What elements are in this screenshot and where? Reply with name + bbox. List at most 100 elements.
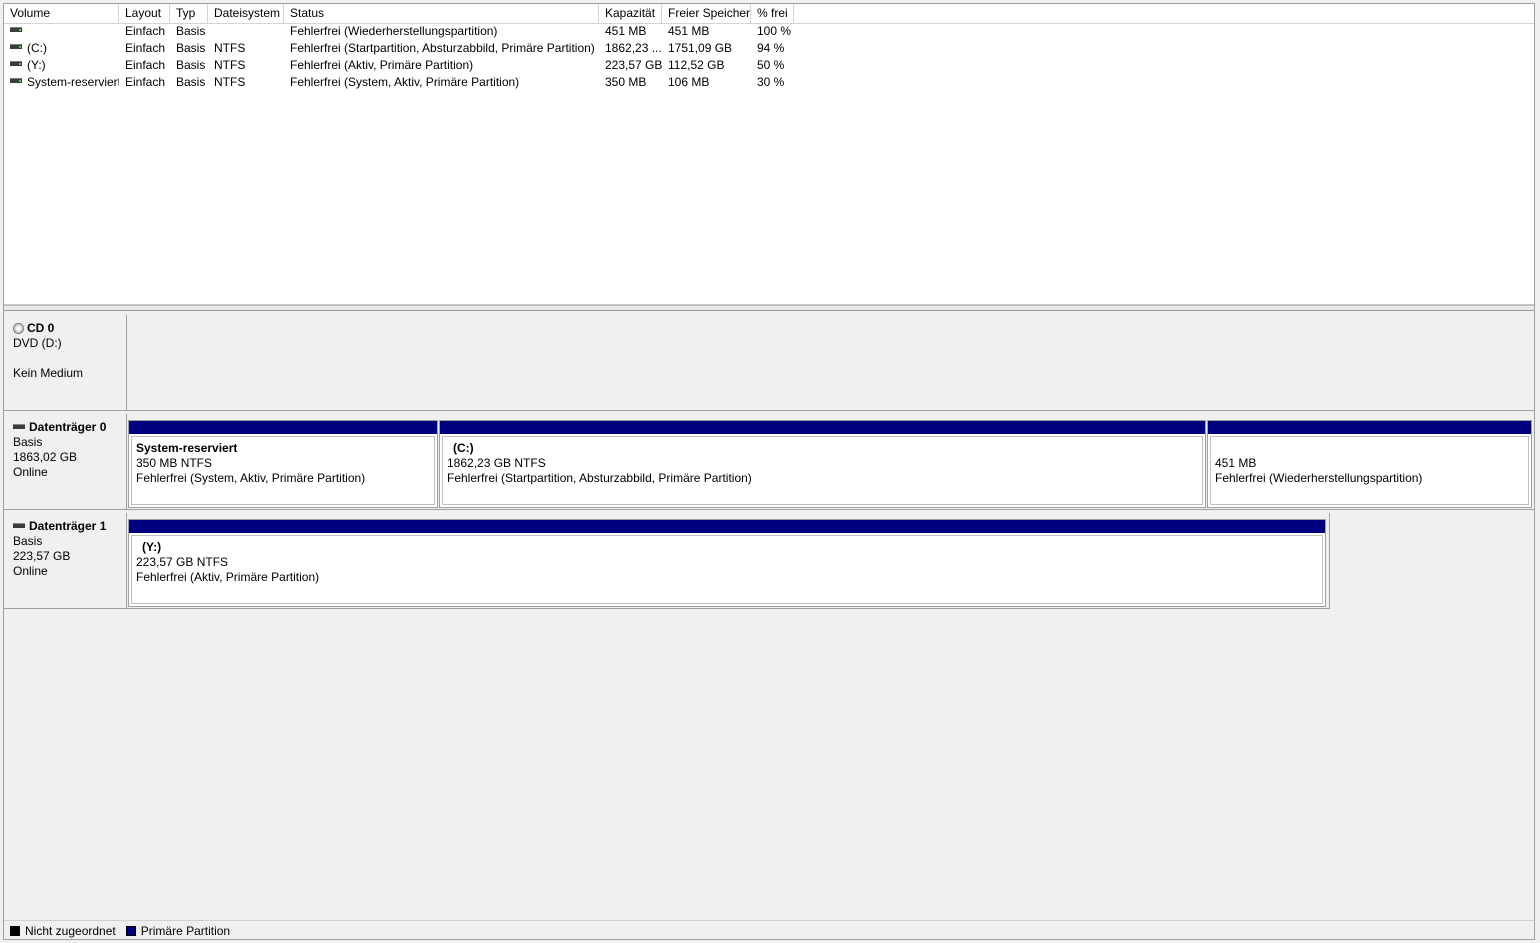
disk-title: Datenträger 1: [29, 519, 107, 533]
legend-label: Primäre Partition: [140, 924, 231, 938]
disk-status: Online: [13, 465, 48, 479]
status-cell: Fehlerfrei (System, Aktiv, Primäre Parti…: [290, 75, 520, 89]
partition-bar: [1208, 421, 1531, 434]
layout-cell: Einfach: [125, 41, 166, 55]
kapazitaet-cell: 451 MB: [605, 24, 647, 38]
partition-block[interactable]: 451 MB Fehlerfrei (Wiederherstellungspar…: [1207, 420, 1532, 508]
disk-icon: [13, 424, 25, 429]
prozent-cell: 30 %: [757, 75, 785, 89]
volume-cell: [4, 23, 119, 40]
fs-cell: [208, 23, 284, 40]
partition-body: (C:) 1862,23 GB NTFS Fehlerfrei (Startpa…: [442, 436, 1203, 505]
disk-size: 1863,02 GB: [13, 450, 78, 464]
partition-size: 451 MB: [1215, 456, 1257, 470]
status-cell: Fehlerfrei (Startpartition, Absturzabbil…: [290, 41, 595, 55]
legend-item-primary: Primäre Partition: [125, 924, 231, 938]
column-header-prozent-frei[interactable]: % frei: [751, 4, 794, 23]
layout-cell: Einfach: [125, 24, 166, 38]
partition-status: Fehlerfrei (Startpartition, Absturzabbil…: [447, 471, 752, 485]
partition-block[interactable]: (C:) 1862,23 GB NTFS Fehlerfrei (Startpa…: [439, 420, 1206, 508]
partition-block[interactable]: System-reserviert 350 MB NTFS Fehlerfrei…: [128, 420, 438, 508]
volume-icon: [10, 61, 22, 67]
volume-icon: [10, 44, 22, 50]
volume-row[interactable]: Einfach Basis Fehlerfrei (Wiederherstell…: [4, 23, 804, 40]
disk-label-disk1[interactable]: Datenträger 1 Basis 223,57 GB Online: [4, 513, 127, 609]
layout-cell: Einfach: [125, 75, 166, 89]
prozent-cell: 50 %: [757, 58, 785, 72]
partition-name: System-reserviert: [136, 441, 238, 455]
partition-body: 451 MB Fehlerfrei (Wiederherstellungspar…: [1210, 436, 1529, 505]
partition-size: 1862,23 GB NTFS: [447, 456, 546, 470]
disk-size: 223,57 GB: [13, 549, 71, 563]
fs-cell: NTFS: [214, 75, 246, 89]
disk-size: [13, 351, 126, 366]
prozent-cell: 100 %: [757, 24, 792, 38]
volume-row[interactable]: (Y:) Einfach Basis NTFS Fehlerfrei (Akti…: [4, 57, 804, 74]
typ-cell: Basis: [176, 58, 206, 72]
typ-cell: Basis: [176, 75, 206, 89]
cd-icon: [13, 323, 24, 334]
partition-name: (Y:): [142, 540, 162, 554]
partition-size: 350 MB NTFS: [136, 456, 213, 470]
disk-area-cd0: [127, 315, 1534, 411]
volume-icon: [10, 78, 22, 84]
kapazitaet-cell: 1862,23 ...: [605, 41, 662, 55]
volume-cell: System-reserviert: [4, 74, 119, 91]
legend-bar: Nicht zugeordnet Primäre Partition: [4, 920, 1534, 941]
disk-graphical-view: CD 0 DVD (D:) Kein Medium Datenträger 0 …: [4, 312, 1534, 917]
disk-status: Kein Medium: [13, 366, 84, 380]
pane-splitter[interactable]: [4, 305, 1534, 311]
frei-cell: 106 MB: [668, 75, 710, 89]
partition-body: System-reserviert 350 MB NTFS Fehlerfrei…: [131, 436, 435, 505]
partition-name: (C:): [453, 441, 474, 455]
partition-status: Fehlerfrei (System, Aktiv, Primäre Parti…: [136, 471, 366, 485]
volume-list-header: Volume Layout Typ Dateisystem Status Kap…: [4, 4, 1534, 24]
volume-row[interactable]: System-reserviert Einfach Basis NTFS Feh…: [4, 74, 804, 91]
disk-title: Datenträger 0: [29, 420, 107, 434]
frei-cell: 451 MB: [668, 24, 710, 38]
disk-label-cd0[interactable]: CD 0 DVD (D:) Kein Medium: [4, 315, 127, 411]
partition-bar: [129, 520, 1325, 533]
column-header-dateisystem[interactable]: Dateisystem: [208, 4, 284, 23]
fs-cell: NTFS: [214, 41, 246, 55]
partition-block[interactable]: (Y:) 223,57 GB NTFS Fehlerfrei (Aktiv, P…: [128, 519, 1326, 607]
prozent-cell: 94 %: [757, 41, 785, 55]
disk-label-disk0[interactable]: Datenträger 0 Basis 1863,02 GB Online: [4, 414, 127, 510]
disk-area-disk1: (Y:) 223,57 GB NTFS Fehlerfrei (Aktiv, P…: [127, 513, 1330, 609]
status-cell: Fehlerfrei (Aktiv, Primäre Partition): [290, 58, 474, 72]
disk-status: Online: [13, 564, 48, 578]
typ-cell: Basis: [176, 41, 206, 55]
legend-swatch: [125, 926, 136, 936]
partition-name: [1215, 441, 1524, 456]
partition-status: Fehlerfrei (Aktiv, Primäre Partition): [136, 570, 320, 584]
legend-swatch: [10, 926, 20, 936]
column-header-kapazitaet[interactable]: Kapazität: [599, 4, 662, 23]
volume-cell: (Y:): [4, 57, 119, 74]
frei-cell: 1751,09 GB: [668, 41, 733, 55]
disk-area-disk0: System-reserviert 350 MB NTFS Fehlerfrei…: [127, 414, 1534, 510]
partition-bar: [440, 421, 1205, 434]
partition-body: (Y:) 223,57 GB NTFS Fehlerfrei (Aktiv, P…: [131, 535, 1323, 604]
typ-cell: Basis: [176, 24, 206, 38]
column-header-freier-speicher[interactable]: Freier Speicher: [662, 4, 751, 23]
disk-type: Basis: [13, 435, 43, 449]
volume-row[interactable]: (C:) Einfach Basis NTFS Fehlerfrei (Star…: [4, 40, 804, 57]
legend-label: Nicht zugeordnet: [25, 924, 116, 938]
volume-icon: [10, 27, 22, 33]
volume-cell: (C:): [4, 40, 119, 57]
kapazitaet-cell: 223,57 GB: [605, 58, 662, 72]
status-cell: Fehlerfrei (Wiederherstellungspartition): [290, 24, 498, 38]
column-header-layout[interactable]: Layout: [119, 4, 170, 23]
partition-status: Fehlerfrei (Wiederherstellungspartition): [1215, 471, 1423, 485]
partition-size: 223,57 GB NTFS: [136, 555, 229, 569]
fs-cell: NTFS: [214, 58, 246, 72]
column-header-typ[interactable]: Typ: [170, 4, 208, 23]
legend-item-unallocated: Nicht zugeordnet: [10, 924, 116, 938]
disk-type: Basis: [13, 534, 43, 548]
disk-icon: [13, 523, 25, 528]
disk-type: DVD (D:): [13, 336, 62, 350]
disk-title: CD 0: [27, 321, 55, 335]
column-header-status[interactable]: Status: [284, 4, 599, 23]
volume-list[interactable]: Volume Layout Typ Dateisystem Status Kap…: [4, 4, 1534, 305]
column-header-volume[interactable]: Volume: [4, 4, 119, 23]
